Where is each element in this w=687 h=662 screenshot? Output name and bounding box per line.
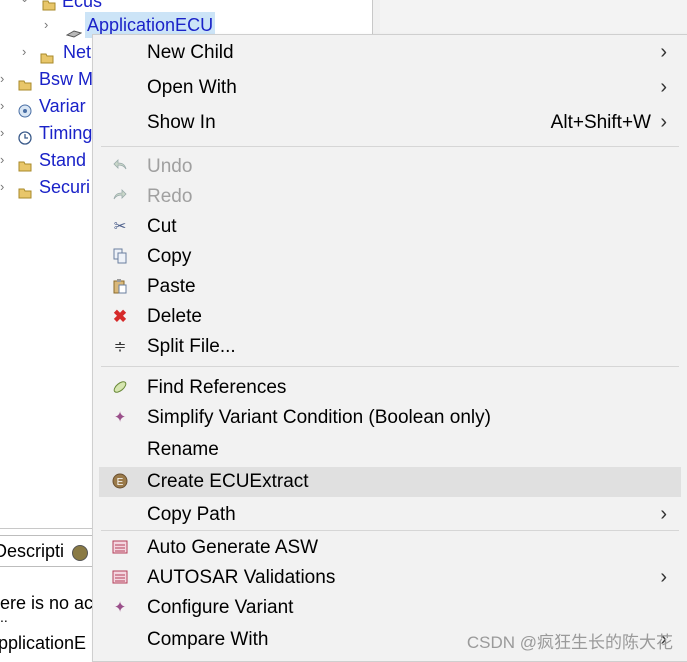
menu-separator	[101, 146, 679, 147]
find-references-icon	[111, 379, 129, 397]
menu-item-autosar-validations[interactable]: AUTOSAR Validations ›	[93, 563, 687, 593]
expand-arrow-icon[interactable]: ›	[22, 39, 32, 65]
chevron-right-icon: ›	[660, 503, 667, 525]
tab-description[interactable]: Descripti	[0, 535, 93, 567]
clock-icon	[18, 126, 32, 145]
chevron-right-icon: ›	[660, 41, 667, 63]
expand-arrow-icon[interactable]: ›	[0, 147, 10, 173]
chevron-right-icon: ›	[660, 111, 667, 133]
autosar-validate-icon	[111, 569, 129, 587]
menu-item-undo[interactable]: Undo	[93, 152, 687, 182]
collapse-arrow-icon[interactable]: ⌄	[20, 0, 30, 12]
menu-item-new-child[interactable]: New Child ›	[93, 38, 687, 68]
description-text: ere is no ac	[0, 593, 94, 613]
menu-separator	[101, 530, 679, 531]
menu-item-auto-generate-asw[interactable]: Auto Generate ASW	[93, 533, 687, 563]
delete-icon: ✖	[112, 307, 128, 326]
menu-item-cut[interactable]: ✂ Cut	[93, 212, 687, 242]
redo-icon	[111, 188, 129, 206]
autosar-generate-icon	[111, 539, 129, 557]
menu-item-show-in[interactable]: Show In Alt+Shift+W ›	[93, 108, 687, 138]
variant-star-icon: ✦	[113, 599, 127, 616]
menu-item-paste[interactable]: Paste	[93, 272, 687, 302]
menu-item-redo[interactable]: Redo	[93, 182, 687, 212]
context-menu: New Child › Open With › Show In Alt+Shif…	[92, 34, 687, 662]
folder-icon	[18, 180, 32, 199]
folder-icon	[18, 72, 32, 91]
menu-item-copy[interactable]: Copy	[93, 242, 687, 272]
menu-item-create-ecuextract[interactable]: E Create ECUExtract	[99, 467, 681, 497]
menu-separator	[101, 366, 679, 367]
expand-arrow-icon[interactable]: ›	[0, 93, 10, 119]
variant-star-icon: ✦	[113, 409, 127, 426]
menu-item-find-references[interactable]: Find References	[93, 373, 687, 403]
split-icon: ≑	[113, 338, 127, 355]
scissors-icon: ✂	[113, 218, 127, 235]
folder-icon	[18, 153, 32, 172]
menu-item-rename[interactable]: Rename	[93, 435, 687, 465]
menu-item-configure-variant[interactable]: ✦ Configure Variant	[93, 593, 687, 623]
menu-item-copy-path[interactable]: Copy Path ›	[93, 500, 687, 530]
copy-icon	[111, 248, 129, 266]
paste-icon	[111, 278, 129, 296]
chevron-right-icon: ›	[660, 566, 667, 588]
menu-item-split-file[interactable]: ≑ Split File...	[93, 332, 687, 362]
gear-icon[interactable]	[72, 545, 88, 561]
ecu-extract-icon: E	[111, 473, 129, 491]
menu-item-open-with[interactable]: Open With ›	[93, 73, 687, 103]
expand-arrow-icon[interactable]: ›	[44, 12, 54, 38]
selected-element-path: pplicationE	[0, 633, 87, 653]
expand-arrow-icon[interactable]: ›	[0, 66, 10, 92]
svg-text:E: E	[117, 477, 124, 488]
folder-icon	[40, 45, 54, 64]
folder-icon	[42, 0, 56, 11]
menu-item-simplify-variant[interactable]: ✦ Simplify Variant Condition (Boolean on…	[93, 403, 687, 433]
ecu-icon	[65, 20, 83, 38]
chevron-right-icon: ›	[660, 76, 667, 98]
description-text-cont: ..	[0, 609, 8, 625]
menu-item-delete[interactable]: ✖ Delete	[93, 302, 687, 332]
expand-arrow-icon[interactable]: ›	[0, 120, 10, 146]
undo-icon	[111, 158, 129, 176]
variant-icon	[18, 99, 32, 118]
watermark: CSDN @疯狂生长的陈大花	[466, 633, 673, 652]
expand-arrow-icon[interactable]: ›	[0, 174, 10, 200]
